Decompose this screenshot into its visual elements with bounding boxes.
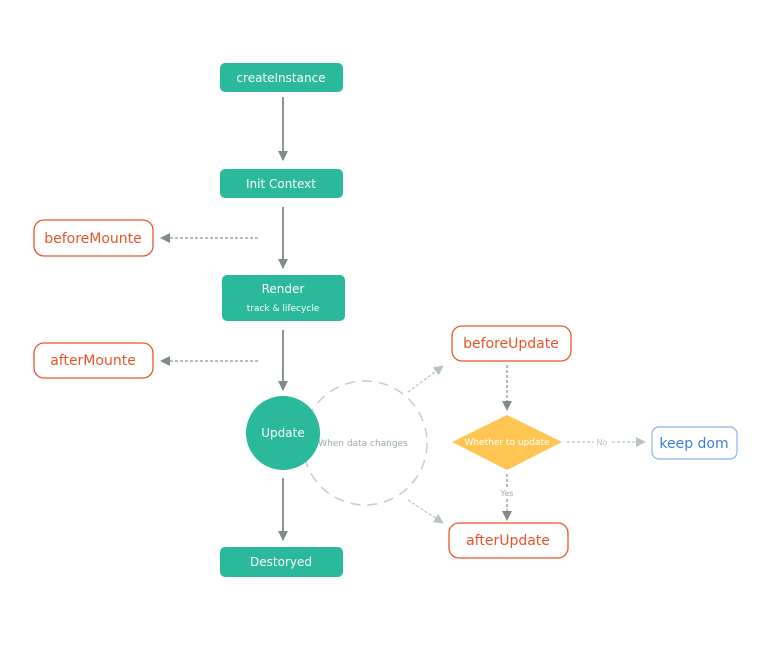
svg-text:afterMounte: afterMounte: [50, 353, 136, 369]
svg-text:beforeUpdate: beforeUpdate: [463, 336, 559, 352]
hook-before-mount: beforeMounte: [33, 219, 154, 257]
svg-text:beforeMounte: beforeMounte: [44, 231, 142, 247]
svg-text:Update: Update: [261, 426, 304, 440]
node-update: Update: [246, 396, 320, 470]
no-label: No: [597, 438, 608, 447]
node-render: Render track & lifecycle: [222, 275, 345, 321]
lifecycle-diagram: When data changes No Yes createInstance …: [33, 63, 738, 577]
decision-whether-to-update: Whether to update: [452, 415, 562, 470]
svg-text:track & lifecycle: track & lifecycle: [247, 304, 320, 314]
svg-text:keep dom: keep dom: [659, 436, 728, 452]
arrow-to-before-update: [407, 365, 444, 393]
node-destroyed: Destoryed: [220, 547, 343, 577]
svg-text:Render: Render: [262, 282, 305, 296]
arrow-to-after-update: [407, 499, 444, 524]
hook-before-update: beforeUpdate: [451, 325, 572, 362]
yes-label: Yes: [500, 489, 514, 498]
svg-text:createInstance: createInstance: [236, 71, 325, 85]
svg-text:Whether to update: Whether to update: [464, 438, 550, 448]
node-keep-dom: keep dom: [651, 426, 738, 460]
svg-text:Init Context: Init Context: [246, 177, 316, 191]
data-changes-label: When data changes: [318, 439, 408, 449]
svg-text:Destoryed: Destoryed: [250, 555, 312, 569]
node-init-context: Init Context: [220, 169, 343, 198]
hook-after-mount: afterMounte: [33, 342, 154, 379]
node-create-instance: createInstance: [220, 63, 343, 92]
svg-text:afterUpdate: afterUpdate: [466, 533, 550, 549]
hook-after-update: afterUpdate: [448, 522, 569, 559]
